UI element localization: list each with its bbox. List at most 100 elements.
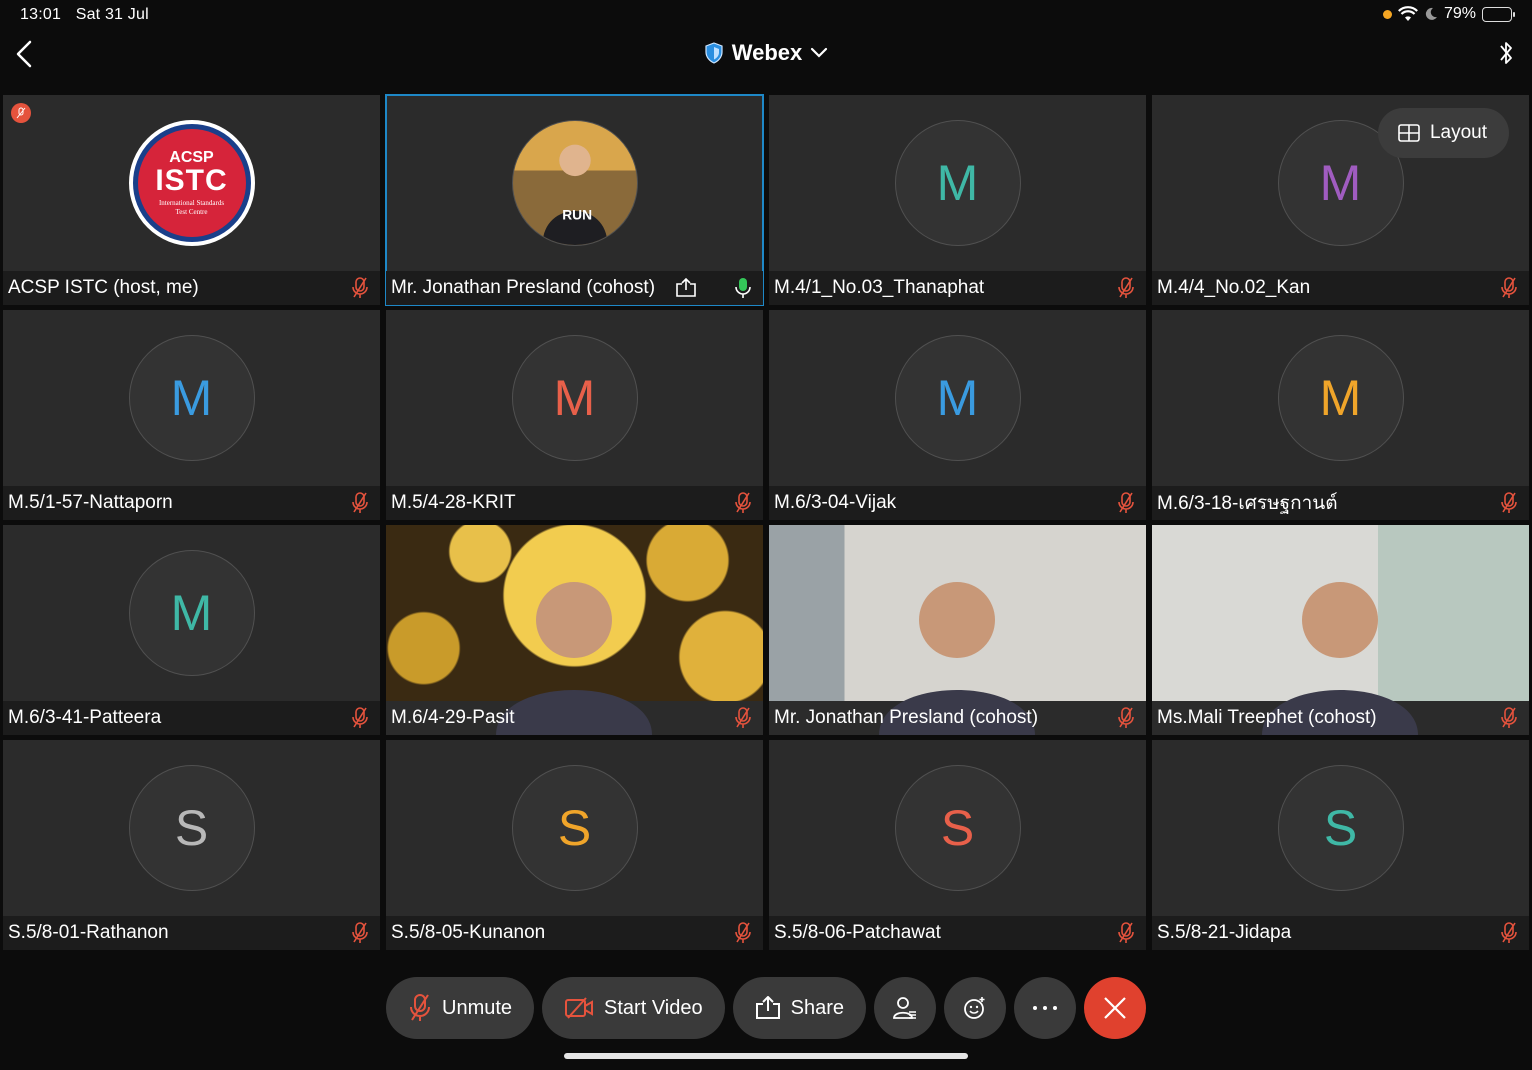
participant-avatar: M [511, 335, 638, 461]
participant-name: M.5/1-57-Nattaporn [8, 492, 173, 513]
share-button[interactable]: Share [732, 977, 866, 1039]
home-indicator[interactable] [564, 1053, 968, 1059]
participant-video [769, 525, 1146, 735]
participant-tile[interactable]: M M.4/4_No.02_Kan Layout [1152, 95, 1529, 305]
participant-name-bar: M.4/1_No.03_Thanaphat [769, 271, 1146, 305]
meeting-title: Webex [731, 40, 803, 65]
meeting-header: Webex [0, 30, 1532, 90]
wifi-icon [1397, 6, 1418, 21]
participant-name-bar: M.6/3-41-Patteera [3, 701, 380, 735]
participant-name: Mr. Jonathan Presland (cohost) [391, 277, 656, 298]
tile-body: ACSP ISTC International Standards Test C… [3, 95, 380, 271]
participant-tile[interactable]: M M.6/3-18-เศรษฐกานต์ [1152, 310, 1529, 520]
status-bar: 13:01 Sat 31 Jul 79% [0, 0, 1532, 30]
participant-name-bar: M.6/3-18-เศรษฐกานต์ [1152, 486, 1529, 520]
status-indicators: 79% [1382, 5, 1515, 23]
participant-avatar: M [894, 335, 1021, 461]
participant-tile[interactable]: M M.6/3-41-Patteera [3, 525, 380, 735]
participant-tile[interactable]: S S.5/8-01-Rathanon [3, 740, 380, 950]
mic-muted-icon [352, 492, 368, 513]
participant-name: M.4/1_No.03_Thanaphat [774, 277, 985, 298]
participant-avatar: M [1277, 335, 1404, 461]
mic-muted-icon [410, 994, 430, 1021]
participant-name: M.6/3-18-เศรษฐกานต์ [1157, 493, 1338, 514]
status-date: Sat 31 Jul [75, 6, 149, 23]
participant-avatar: M [128, 335, 255, 461]
participant-name-bar: M.6/3-04-Vijak [769, 486, 1146, 520]
logo-sub-text-1: International Standards [158, 199, 225, 207]
tile-body [769, 525, 1146, 735]
participant-tile[interactable]: ACSP ISTC International Standards Test C… [3, 95, 380, 305]
mic-muted-icon [1501, 922, 1517, 943]
status-time-date: 13:01 Sat 31 Jul [20, 6, 159, 24]
participant-tile[interactable]: M.6/4-29-Pasit [386, 525, 763, 735]
close-icon [1104, 997, 1126, 1019]
participant-tile[interactable]: Ms.Mali Treephet (cohost) [1152, 525, 1529, 735]
tile-body: M [769, 95, 1146, 271]
muted-indicator-icon [11, 103, 31, 123]
participants-button[interactable] [874, 977, 936, 1039]
participant-tile[interactable]: S S.5/8-06-Patchawat [769, 740, 1146, 950]
participant-tile[interactable]: S S.5/8-05-Kunanon [386, 740, 763, 950]
unmute-button[interactable]: Unmute [386, 977, 535, 1039]
participant-avatar: S [894, 765, 1021, 891]
participant-name: M.4/4_No.02_Kan [1157, 277, 1311, 298]
participant-tile[interactable]: M M.6/3-04-Vijak [769, 310, 1146, 520]
svg-text:RUN: RUN [562, 207, 592, 222]
participant-video [386, 525, 763, 735]
tile-body [1152, 525, 1529, 735]
avatar-initial: M [170, 370, 213, 426]
mic-active-icon [735, 278, 751, 298]
person-photo-icon: RUN [542, 144, 607, 245]
logo-main-text: ISTC [155, 164, 228, 197]
start-video-label: Start Video [604, 996, 703, 1019]
video-off-icon [565, 997, 594, 1019]
participant-tile[interactable]: Mr. Jonathan Presland (cohost) [769, 525, 1146, 735]
participant-name: Ms.Mali Treephet (cohost) [1157, 707, 1377, 728]
start-video-button[interactable]: Start Video [542, 977, 725, 1039]
participant-name: M.6/3-04-Vijak [774, 492, 897, 513]
avatar-initial: M [1319, 155, 1362, 211]
meeting-title-dropdown[interactable]: Webex [0, 40, 1532, 66]
participant-name: S.5/8-05-Kunanon [391, 922, 546, 943]
mic-muted-icon [352, 277, 368, 298]
more-options-button[interactable] [1014, 977, 1076, 1039]
mic-muted-icon [1501, 707, 1517, 728]
participant-name-bar: S.5/8-06-Patchawat [769, 916, 1146, 950]
leave-meeting-button[interactable] [1084, 977, 1146, 1039]
chevron-down-icon [811, 47, 828, 58]
moon-icon [1425, 7, 1437, 20]
unmute-label: Unmute [442, 996, 513, 1019]
mic-muted-icon [735, 922, 751, 943]
bluetooth-icon[interactable] [1496, 38, 1516, 68]
avatar-initial: S [557, 800, 592, 856]
mic-muted-icon [1118, 922, 1134, 943]
participant-name-bar: S.5/8-01-Rathanon [3, 916, 380, 950]
mic-muted-icon [1501, 277, 1517, 298]
participant-name-bar: M.5/1-57-Nattaporn [3, 486, 380, 520]
participant-tile[interactable]: RUN Mr. Jonathan Presland (cohost) [385, 94, 764, 306]
mic-in-use-dot-icon [1382, 9, 1392, 19]
reactions-button[interactable] [944, 977, 1006, 1039]
participant-grid: ACSP ISTC International Standards Test C… [3, 94, 1529, 953]
participant-avatar: S [511, 765, 638, 891]
shield-icon [705, 42, 723, 64]
mic-muted-icon [352, 707, 368, 728]
layout-button[interactable]: Layout [1377, 108, 1509, 158]
avatar-initial: S [174, 800, 209, 856]
tile-body: S [1152, 740, 1529, 916]
status-time: 13:01 [20, 6, 62, 23]
participant-name: S.5/8-06-Patchawat [774, 922, 941, 943]
avatar-initial: M [936, 370, 979, 426]
participant-tile[interactable]: M M.4/1_No.03_Thanaphat [769, 95, 1146, 305]
participant-tile[interactable]: S S.5/8-21-Jidapa [1152, 740, 1529, 950]
tile-body: S [3, 740, 380, 916]
tile-body: S [769, 740, 1146, 916]
battery-icon [1482, 6, 1515, 22]
participant-tile[interactable]: M M.5/4-28-KRIT [386, 310, 763, 520]
mic-muted-icon [1501, 492, 1517, 513]
avatar-initial: M [170, 585, 213, 641]
participant-name-bar: M.6/4-29-Pasit [386, 701, 763, 735]
participant-tile[interactable]: M M.5/1-57-Nattaporn [3, 310, 380, 520]
emoji-icon [964, 997, 985, 1019]
